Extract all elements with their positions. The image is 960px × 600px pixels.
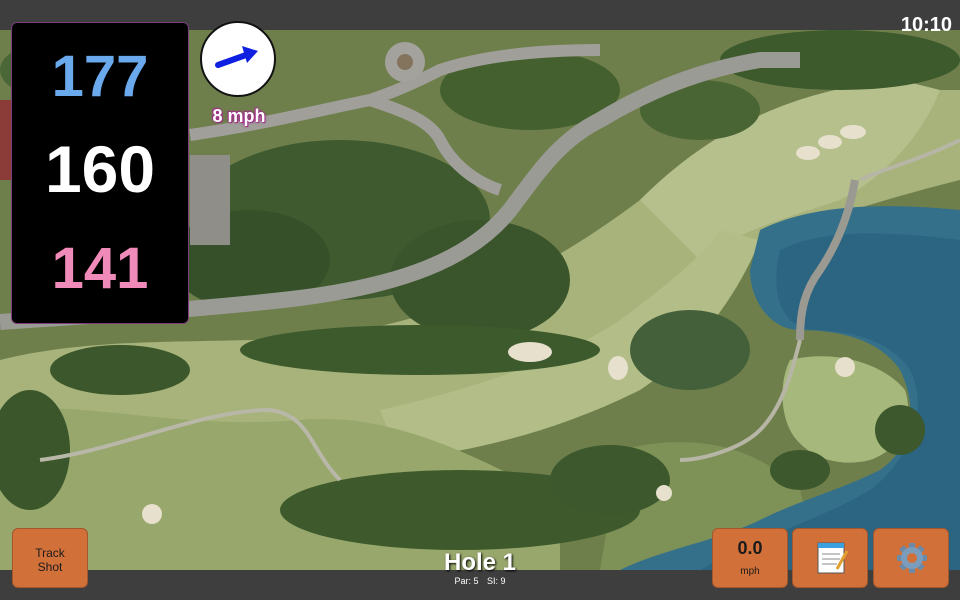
- track-shot-button[interactable]: Track Shot: [12, 528, 88, 588]
- hole-par: Par: 5: [454, 576, 479, 586]
- speed-unit: mph: [740, 566, 760, 577]
- hole-title: Hole 1: [443, 549, 517, 576]
- wind-speed: 8 mph: [212, 106, 266, 126]
- notepad-icon: [817, 542, 849, 574]
- speed-value: 0.0: [737, 538, 763, 558]
- arrow-right-icon: [215, 46, 258, 68]
- settings-button[interactable]: [873, 528, 949, 588]
- speed-button[interactable]: 0.0 mph: [712, 528, 788, 588]
- hole-info: Par: 5 SI: 9: [380, 576, 580, 586]
- gear-icon: [897, 543, 927, 573]
- clock: 10:10: [900, 14, 952, 36]
- hole-stroke-index: SI: 9: [487, 576, 506, 586]
- golf-gps-screen: 10:10 177 160 141 8 mph Track Shot Hole …: [0, 0, 960, 600]
- distance-front: 141: [51, 236, 149, 301]
- wind-indicator: [200, 21, 276, 97]
- notes-button[interactable]: [792, 528, 868, 588]
- track-shot-label-line2: Shot: [37, 560, 63, 574]
- distance-back: 177: [51, 44, 149, 109]
- distance-middle: 160: [44, 132, 156, 206]
- distance-panel: 177 160 141: [11, 22, 189, 324]
- track-shot-label-line1: Track: [35, 546, 65, 560]
